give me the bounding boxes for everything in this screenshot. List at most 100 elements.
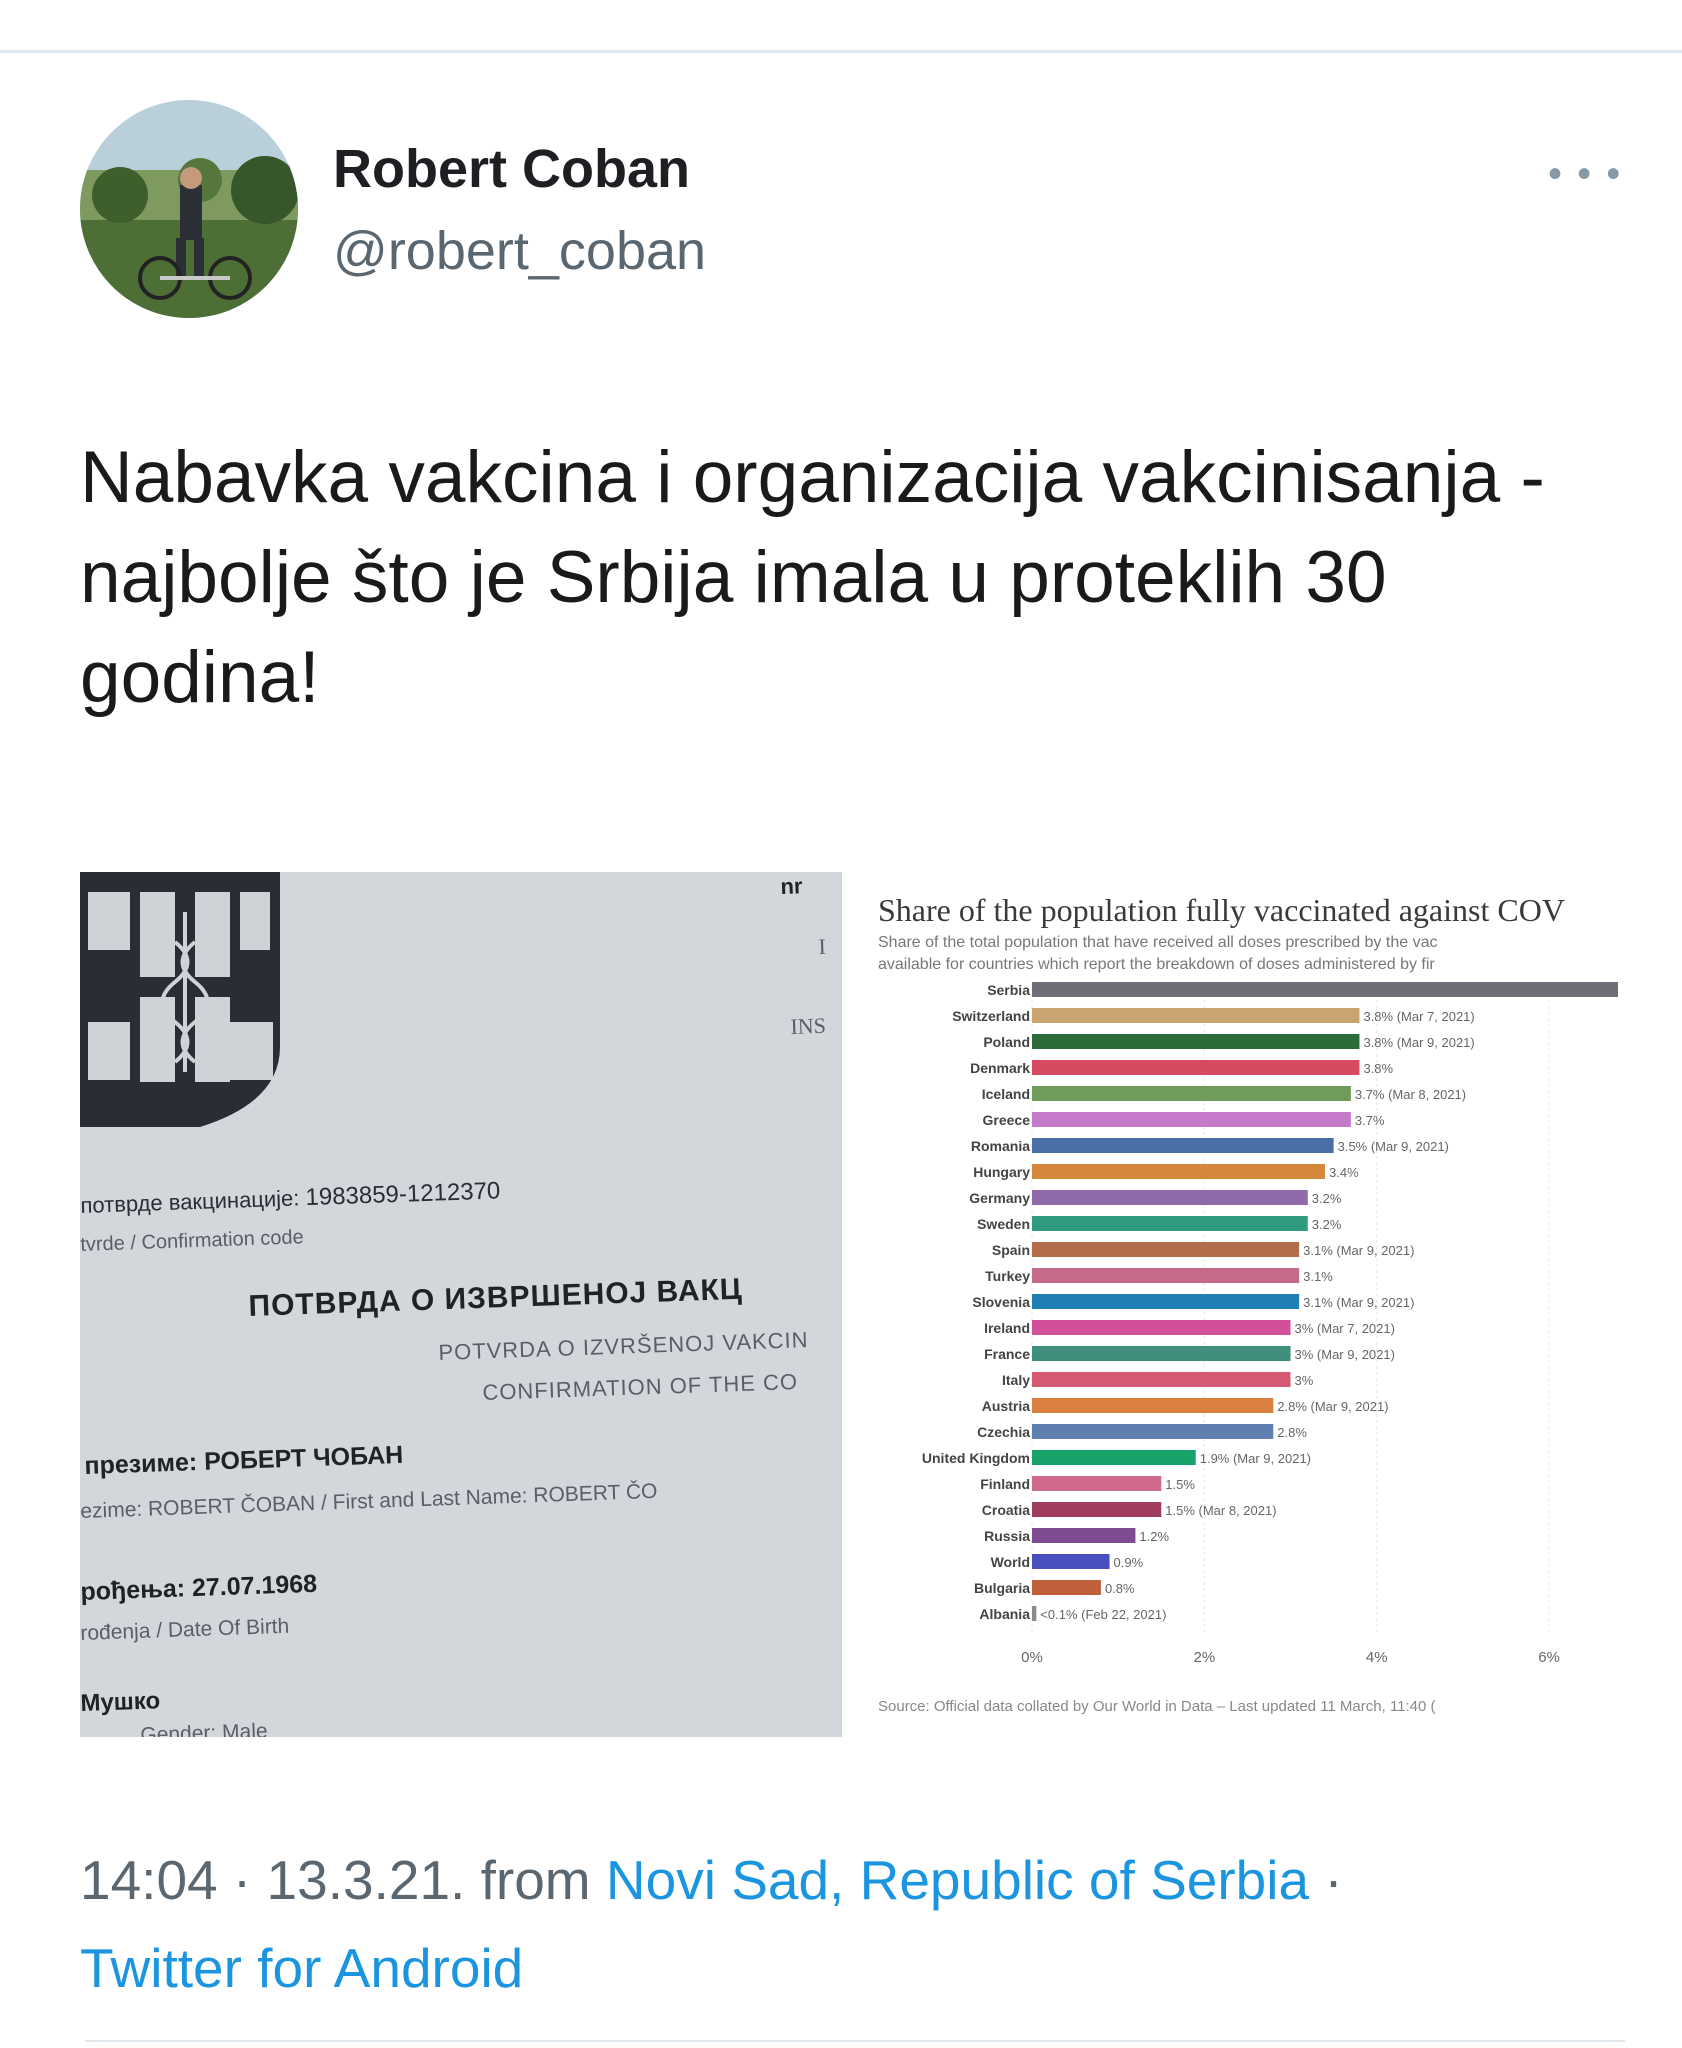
category-label: Sweden <box>977 1216 1030 1232</box>
value-label: 3.1% (Mar 9, 2021) <box>1303 1243 1414 1258</box>
category-label: Poland <box>983 1034 1030 1050</box>
category-label: Hungary <box>973 1164 1030 1180</box>
avatar-photo <box>80 100 298 318</box>
author-name[interactable]: Robert Coban <box>333 138 690 200</box>
bar <box>1032 1528 1136 1543</box>
bar <box>1032 1346 1291 1361</box>
value-label: 3.8% (Mar 9, 2021) <box>1363 1035 1474 1050</box>
category-label: Finland <box>980 1476 1030 1492</box>
meta-separator-2: · <box>1309 1849 1343 1911</box>
value-label: 3.1% <box>1303 1269 1333 1284</box>
gender-value: Мушко <box>80 1687 161 1717</box>
bar <box>1032 1034 1360 1049</box>
bar <box>1032 1112 1351 1127</box>
bar <box>1032 1450 1196 1465</box>
confirmation-code-value: 1983859-1212370 <box>305 1177 501 1212</box>
more-options-icon[interactable]: • • • <box>1548 152 1622 197</box>
tweet-location-link[interactable]: Novi Sad, Republic of Serbia <box>606 1849 1309 1911</box>
bottom-divider <box>85 2040 1625 2042</box>
certificate-heading-english: CONFIRMATION OF THE CO <box>482 1368 799 1405</box>
category-label: Italy <box>1002 1372 1030 1388</box>
value-label: 3% (Mar 9, 2021) <box>1295 1347 1395 1362</box>
header-fragment-1: nr <box>780 873 803 899</box>
bar <box>1032 1320 1291 1335</box>
category-label: Germany <box>969 1190 1030 1206</box>
name-line: презиме: РОБЕРТ ЧОБАН <box>84 1441 404 1481</box>
category-label: Iceland <box>982 1086 1030 1102</box>
header-fragment-2: I <box>818 933 827 959</box>
tweet-time[interactable]: 14:04 <box>80 1849 218 1911</box>
bar <box>1032 1060 1360 1075</box>
bar <box>1032 1268 1300 1283</box>
confirmation-code-label: потврде вакцинације: <box>80 1185 300 1218</box>
category-label: United Kingdom <box>922 1450 1030 1466</box>
name-value: РОБЕРТ ЧОБАН <box>203 1440 404 1476</box>
name-latin: ezime: ROBERT ČOBAN / First and Last Nam… <box>80 1479 658 1523</box>
value-label: 0.8% <box>1105 1581 1135 1596</box>
category-label: Ireland <box>984 1320 1030 1336</box>
tweet-meta: 14:04 · 13.3.21. from Novi Sad, Republic… <box>80 1836 1640 2012</box>
bar <box>1032 1294 1300 1309</box>
value-label: 3.7% <box>1355 1113 1385 1128</box>
value-label: 0.9% <box>1114 1555 1144 1570</box>
category-label: Spain <box>992 1242 1030 1258</box>
tweet-text: Nabavka vakcina i organizacija vakcinisa… <box>80 437 1545 718</box>
value-label: 2.8% <box>1277 1425 1307 1440</box>
category-label: Greece <box>983 1112 1031 1128</box>
author-handle[interactable]: @robert_coban <box>333 220 706 282</box>
value-label: 1.9% (Mar 9, 2021) <box>1200 1451 1311 1466</box>
category-label: Russia <box>984 1528 1030 1544</box>
value-label: 1.5% (Mar 8, 2021) <box>1165 1503 1276 1518</box>
bar <box>1032 1138 1334 1153</box>
tweet-client-link[interactable]: Twitter for Android <box>80 1937 523 1999</box>
bar <box>1032 1424 1274 1439</box>
chart-subtitle-line-2: available for countries which report the… <box>878 956 1435 973</box>
value-label: 3% (Mar 7, 2021) <box>1295 1321 1395 1336</box>
bar <box>1032 1086 1351 1101</box>
bar <box>1032 1190 1308 1205</box>
category-label: World <box>991 1554 1030 1570</box>
ministry-shield-icon <box>80 872 280 1127</box>
meta-separator: · <box>217 1849 267 1911</box>
bar <box>1032 1554 1110 1569</box>
bar <box>1032 1008 1360 1023</box>
value-label: 3.2% <box>1312 1191 1342 1206</box>
value-label: 3.1% (Mar 9, 2021) <box>1303 1295 1414 1310</box>
value-label: <0.1% (Feb 22, 2021) <box>1040 1607 1166 1622</box>
x-tick-label: 0% <box>1021 1649 1043 1666</box>
from-word: from <box>465 1849 606 1911</box>
avatar[interactable] <box>80 100 298 318</box>
category-label: Turkey <box>985 1268 1030 1284</box>
bar <box>1032 1216 1308 1231</box>
tweet-media[interactable]: nr I INS потврде вакцинације: 1983859-12… <box>80 872 1628 1737</box>
x-tick-label: 2% <box>1194 1649 1216 1666</box>
category-label: Romania <box>971 1138 1030 1154</box>
value-label: 2.8% (Mar 9, 2021) <box>1277 1399 1388 1414</box>
category-label: Croatia <box>982 1502 1030 1518</box>
x-tick-label: 6% <box>1538 1649 1560 1666</box>
tweet-date[interactable]: 13.3.21. <box>267 1849 466 1911</box>
value-label: 3.7% (Mar 8, 2021) <box>1355 1087 1466 1102</box>
bar <box>1032 1242 1300 1257</box>
category-label: Austria <box>982 1398 1030 1414</box>
category-label: Denmark <box>970 1060 1030 1076</box>
chart-source: Source: Official data collated by Our Wo… <box>878 1698 1436 1715</box>
dob-latin: rođenja / Date Of Birth <box>80 1614 290 1645</box>
gender-latin: Gender: Male <box>140 1719 268 1737</box>
value-label: 3.8% <box>1363 1061 1393 1076</box>
bar <box>1032 1164 1325 1179</box>
value-label: 3% <box>1295 1373 1314 1388</box>
chart-title: Share of the population fully vaccinated… <box>878 892 1565 928</box>
category-label: Czechia <box>977 1424 1030 1440</box>
certificate-image[interactable]: nr I INS потврде вакцинације: 1983859-12… <box>80 872 842 1737</box>
vaccination-chart-image[interactable]: Share of the population fully vaccinated… <box>870 872 1628 1737</box>
bar <box>1032 1476 1162 1491</box>
dob-label: рођења: <box>80 1574 186 1606</box>
x-tick-label: 4% <box>1366 1649 1388 1666</box>
bar <box>1032 1372 1291 1387</box>
bar <box>1032 1502 1162 1517</box>
value-label: 3.2% <box>1312 1217 1342 1232</box>
category-label: Bulgaria <box>974 1580 1030 1596</box>
category-label: Slovenia <box>972 1294 1030 1310</box>
dob-value: 27.07.1968 <box>191 1569 318 1603</box>
